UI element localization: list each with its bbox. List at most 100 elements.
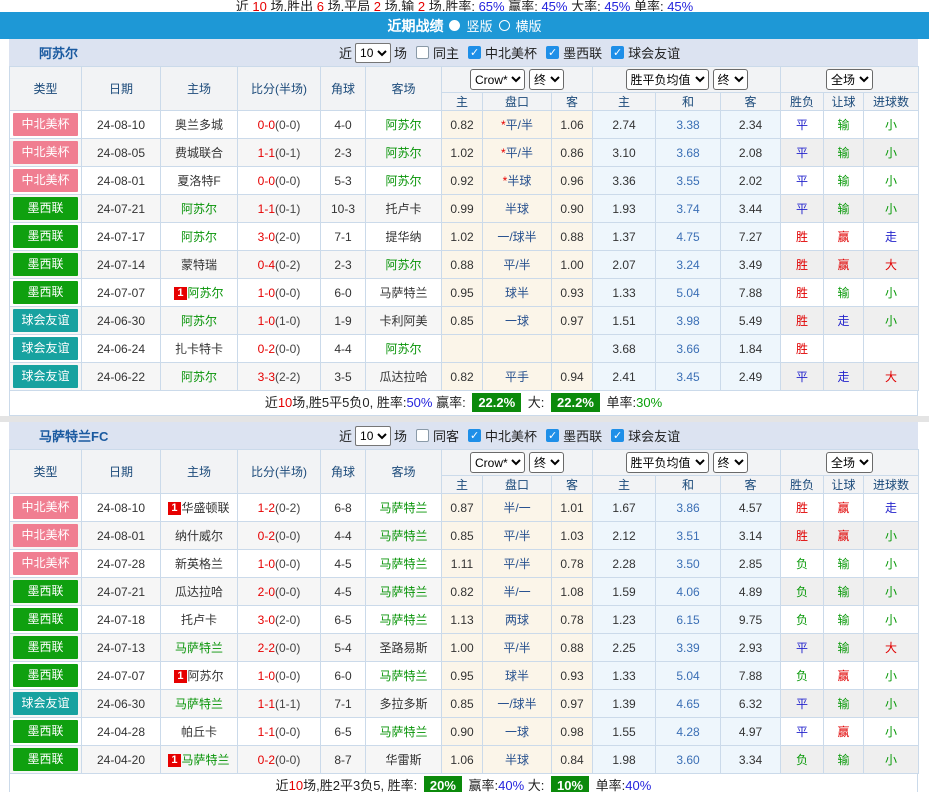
handicap-line: 半球 <box>483 195 552 223</box>
col-type: 类型 <box>10 67 82 111</box>
team1-league2-checkbox[interactable]: ✓ <box>546 46 559 59</box>
result-wdl: 负 <box>781 606 824 634</box>
result-handicap: 赢 <box>824 662 864 690</box>
corners: 6-5 <box>321 606 366 634</box>
layout-vertical-label[interactable]: 竖版 <box>466 16 492 35</box>
mean-draw: 3.66 <box>656 335 721 363</box>
league-cell: 球会友谊 <box>10 363 82 391</box>
summary-segment: 单率: <box>603 395 636 410</box>
result-goals: 小 <box>864 195 919 223</box>
mean-away: 3.44 <box>721 195 781 223</box>
odds-home: 0.95 <box>442 662 483 690</box>
team1-same-venue-label[interactable]: 同主 <box>433 43 459 62</box>
layout-horizontal-radio[interactable] <box>499 20 510 31</box>
near-label: 近 <box>339 426 352 445</box>
away-team: 华雷斯 <box>366 746 442 774</box>
sub-mean-draw: 和 <box>656 93 721 111</box>
odds-company-select[interactable]: Crow* <box>470 452 525 473</box>
score: 0-0(0-0) <box>238 111 321 139</box>
col-score: 比分(半场) <box>238 450 321 494</box>
mean-select[interactable]: 胜平负均值 <box>626 69 709 90</box>
summary-segment: 22.2% <box>551 393 600 412</box>
summary-segment: 50% <box>406 395 432 410</box>
result-goals: 大 <box>864 363 919 391</box>
team1-league3-checkbox[interactable]: ✓ <box>611 46 624 59</box>
mean-draw: 4.75 <box>656 223 721 251</box>
team1-league1-label[interactable]: 中北美杯 <box>485 43 537 62</box>
result-goals: 小 <box>864 139 919 167</box>
result-wdl: 胜 <box>781 307 824 335</box>
odds-home: 0.92 <box>442 167 483 195</box>
corners: 3-5 <box>321 363 366 391</box>
near-label: 近 <box>339 43 352 62</box>
summary-segment: 近 <box>236 0 253 11</box>
odds-home: 0.82 <box>442 578 483 606</box>
result-handicap: 赢 <box>824 522 864 550</box>
team2-league2-label[interactable]: 墨西联 <box>563 426 602 445</box>
mean-draw: 3.51 <box>656 522 721 550</box>
mean-home: 2.28 <box>593 550 656 578</box>
odds-company-select[interactable]: Crow* <box>470 69 525 90</box>
odds-final-select[interactable]: 终 <box>529 69 564 90</box>
corners: 7-1 <box>321 223 366 251</box>
team2-same-venue-label[interactable]: 同客 <box>433 426 459 445</box>
layout-vertical-radio[interactable] <box>449 20 460 31</box>
away-team: 马萨特兰 <box>366 522 442 550</box>
handicap-line: *平/半 <box>483 139 552 167</box>
home-team: 扎卡特卡 <box>161 335 238 363</box>
league-badge: 中北美杯 <box>13 496 78 519</box>
layout-horizontal-label[interactable]: 横版 <box>516 16 542 35</box>
team2-league1-label[interactable]: 中北美杯 <box>485 426 537 445</box>
team2-league3-label[interactable]: 球会友谊 <box>628 426 680 445</box>
previous-summary-text: 近 10 场,胜出 6 场,平局 2 场,输 2 场,胜率: 65% 赢率: 4… <box>236 0 693 11</box>
corners: 2-3 <box>321 251 366 279</box>
team2-league3-checkbox[interactable]: ✓ <box>611 429 624 442</box>
summary-segment: 场,胜5平5负0, 胜率: <box>292 395 406 410</box>
match-row: 中北美杯24-07-28新英格兰1-0(0-0)4-5马萨特兰1.11平/半0.… <box>10 550 919 578</box>
rank-1-badge: 1 <box>168 502 180 515</box>
odds-final-select[interactable]: 终 <box>529 452 564 473</box>
result-goals: 小 <box>864 662 919 690</box>
mean-final-select[interactable]: 终 <box>713 452 748 473</box>
team1-league3-label[interactable]: 球会友谊 <box>628 43 680 62</box>
result-handicap: 输 <box>824 195 864 223</box>
league-badge: 墨西联 <box>13 580 78 603</box>
result-handicap: 输 <box>824 550 864 578</box>
odds-away: 0.78 <box>552 606 593 634</box>
away-team: 马萨特兰 <box>366 494 442 522</box>
result-goals: 小 <box>864 522 919 550</box>
odds-away: 1.08 <box>552 578 593 606</box>
match-date: 24-08-10 <box>82 494 161 522</box>
team1-league1-checkbox[interactable]: ✓ <box>468 46 481 59</box>
team2-league2-checkbox[interactable]: ✓ <box>546 429 559 442</box>
team1-same-venue-checkbox[interactable] <box>416 46 429 59</box>
result-wdl: 平 <box>781 363 824 391</box>
result-wdl: 负 <box>781 550 824 578</box>
match-date: 24-07-14 <box>82 251 161 279</box>
scope-select[interactable]: 全场 <box>826 452 873 473</box>
team2-same-venue-checkbox[interactable] <box>416 429 429 442</box>
mean-home: 1.93 <box>593 195 656 223</box>
mean-draw: 6.15 <box>656 606 721 634</box>
mean-draw: 3.39 <box>656 634 721 662</box>
corners: 4-5 <box>321 578 366 606</box>
mean-final-select[interactable]: 终 <box>713 69 748 90</box>
mean-select[interactable]: 胜平负均值 <box>626 452 709 473</box>
team1-league2-label[interactable]: 墨西联 <box>563 43 602 62</box>
team1-match-count-select[interactable]: 10 <box>355 43 391 63</box>
odds-away: 0.78 <box>552 550 593 578</box>
result-goals: 小 <box>864 690 919 718</box>
handicap-line: 平/半 <box>483 251 552 279</box>
mean-away: 2.85 <box>721 550 781 578</box>
odds-home: 1.11 <box>442 550 483 578</box>
mean-draw: 3.60 <box>656 746 721 774</box>
corners: 6-0 <box>321 279 366 307</box>
team2-league1-checkbox[interactable]: ✓ <box>468 429 481 442</box>
col-type: 类型 <box>10 450 82 494</box>
summary-segment: 45% <box>604 0 630 11</box>
odds-home: 0.82 <box>442 111 483 139</box>
team2-match-count-select[interactable]: 10 <box>355 426 391 446</box>
scope-select[interactable]: 全场 <box>826 69 873 90</box>
games-label: 场 <box>394 43 407 62</box>
league-badge: 中北美杯 <box>13 113 78 136</box>
